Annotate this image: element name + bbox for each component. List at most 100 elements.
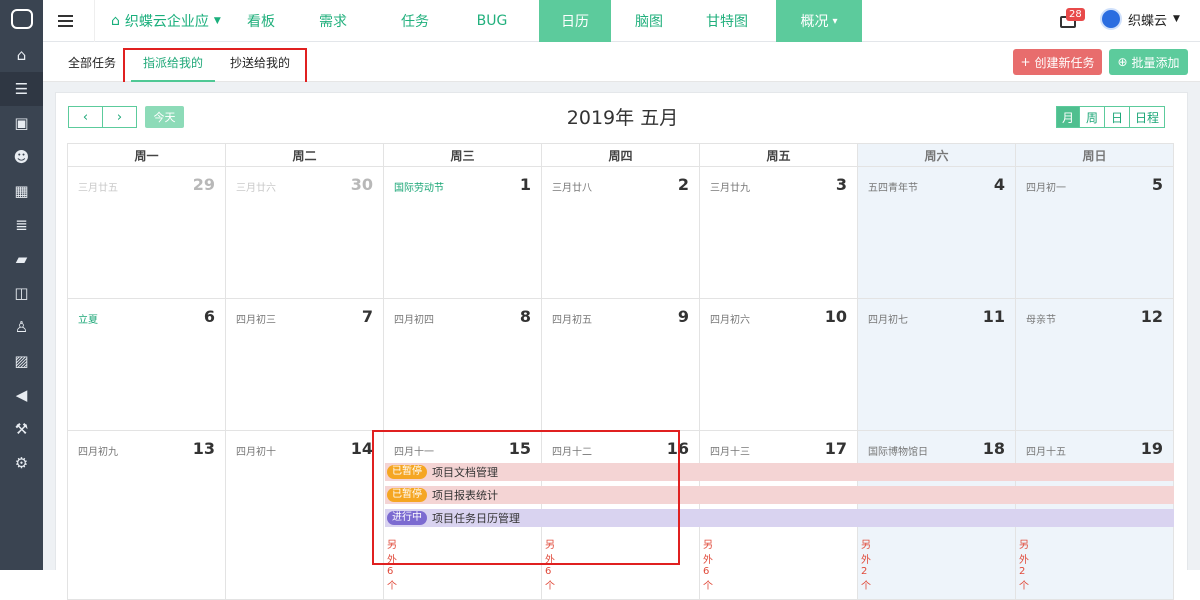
avatar <box>1100 8 1122 30</box>
day-cell[interactable]: 三月廿九 3 <box>699 166 858 299</box>
home-icon: ⌂ <box>111 13 120 29</box>
day-number: 4 <box>993 175 1005 194</box>
nav-1[interactable]: 看板 <box>220 0 302 42</box>
user-menu[interactable]: 织蝶云 ▼ <box>1100 8 1180 30</box>
calendar-panel: ‹ › 今天 2019年 五月 月周日日程 周一 周二 周三 周四 周五 周六 周日 三月廿五… <box>55 92 1188 600</box>
weekday-header: 周日 <box>1015 143 1174 167</box>
lunar-date: 四月初四 <box>394 315 434 326</box>
menu-toggle-icon[interactable] <box>43 0 87 42</box>
day-number: 13 <box>192 439 215 458</box>
day-cell[interactable]: 三月廿八 2 <box>541 166 700 299</box>
lunar-date: 国际劳动节 <box>394 183 444 194</box>
lunar-date: 三月廿五 <box>78 183 118 194</box>
weekday-header: 周四 <box>541 143 700 167</box>
day-cell[interactable]: 五四青年节 4 <box>857 166 1016 299</box>
app-logo[interactable] <box>0 0 43 38</box>
nav-8[interactable]: 概况 ▾ <box>776 0 862 42</box>
lunar-date: 三月廿九 <box>710 183 750 194</box>
weekday-header: 周五 <box>699 143 858 167</box>
megaphone-icon[interactable]: ◀ <box>0 378 43 412</box>
nav-7[interactable]: 甘特图 <box>681 0 773 42</box>
view-4[interactable]: 日程 <box>1129 106 1165 128</box>
book-icon[interactable]: ▰ <box>0 242 43 276</box>
day-cell[interactable]: 四月初十 14 <box>225 430 384 600</box>
create-task-button[interactable]: + 创建新任务 <box>1013 49 1102 75</box>
project-selector[interactable]: ⌂ 织蝶云企业应 ▼ <box>94 0 221 42</box>
calendar-icon[interactable]: ▦ <box>0 174 43 208</box>
weekday-header: 周二 <box>225 143 384 167</box>
nav-2[interactable]: 需求 <box>292 0 374 42</box>
briefcase-icon[interactable]: ▣ <box>0 106 43 140</box>
view-2[interactable]: 周 <box>1079 106 1105 128</box>
day-cell[interactable]: 立夏 6 <box>67 298 226 431</box>
lunar-date: 母亲节 <box>1026 315 1056 326</box>
project-name: 织蝶云企业应 <box>124 14 209 30</box>
day-cell[interactable]: 母亲节 12 <box>1015 298 1174 431</box>
view-switcher: 月周日日程 <box>1056 106 1165 128</box>
person-icon[interactable]: ♙ <box>0 310 43 344</box>
plus-circle-icon: ⊕ <box>1117 55 1128 69</box>
day-cell[interactable]: 三月廿五 29 <box>67 166 226 299</box>
nav-3[interactable]: 任务 <box>374 0 456 42</box>
lunar-date: 四月初十 <box>236 447 276 458</box>
day-cell[interactable]: 三月廿六 30 <box>225 166 384 299</box>
mail-badge: 28 <box>1066 8 1085 21</box>
day-cell[interactable]: 四月初三 7 <box>225 298 384 431</box>
day-number: 30 <box>350 175 373 194</box>
caret-down-icon: ▼ <box>1173 14 1180 24</box>
day-cell[interactable]: 四月初七 11 <box>857 298 1016 431</box>
image-icon[interactable]: ▨ <box>0 344 43 378</box>
view-1[interactable]: 月 <box>1056 106 1080 128</box>
more-link[interactable]: 另外 2 个 <box>1019 536 1029 592</box>
day-number: 8 <box>519 307 531 326</box>
home-icon[interactable]: ⌂ <box>0 38 43 72</box>
sidebar: ⌂ ☰ ▣ ☻ ▦ ≣ ▰ ◫ ♙ ▨ ◀ ⚒ ⚙ <box>0 0 43 570</box>
server-icon[interactable]: ≣ <box>0 208 43 242</box>
view-3[interactable]: 日 <box>1104 106 1130 128</box>
day-number: 12 <box>1140 307 1163 326</box>
day-number: 5 <box>1151 175 1163 194</box>
day-cell[interactable]: 国际劳动节 1 <box>383 166 542 299</box>
day-number: 2 <box>677 175 689 194</box>
lunar-date: 四月初五 <box>552 315 592 326</box>
lunar-date: 四月初六 <box>710 315 750 326</box>
day-cell[interactable]: 四月初一 5 <box>1015 166 1174 299</box>
day-cell[interactable]: 四月初五 9 <box>541 298 700 431</box>
mail-icon[interactable]: 28 <box>1060 8 1085 32</box>
more-link[interactable]: 另外 2 个 <box>861 536 871 592</box>
list-icon[interactable]: ☰ <box>0 72 43 106</box>
lunar-date: 五四青年节 <box>868 183 918 194</box>
day-number: 11 <box>982 307 1005 326</box>
day-number: 6 <box>203 307 215 326</box>
lunar-date: 四月初七 <box>868 315 908 326</box>
nav-4[interactable]: BUG <box>451 0 533 42</box>
lunar-date: 四月十三 <box>710 447 750 458</box>
tab-1[interactable]: 全部任务 <box>68 42 116 82</box>
day-number: 7 <box>361 307 373 326</box>
day-number: 17 <box>824 439 847 458</box>
calendar-title: 2019年 五月 <box>566 107 679 129</box>
task-filter-bar: 全部任务 指派给我的 抄送给我的 + 创建新任务 ⊕ 批量添加 <box>43 42 1200 88</box>
batch-add-button[interactable]: ⊕ 批量添加 <box>1109 49 1188 75</box>
gavel-icon[interactable]: ⚒ <box>0 412 43 446</box>
day-number: 3 <box>835 175 847 194</box>
user-name: 织蝶云 <box>1128 13 1168 29</box>
users-icon[interactable]: ☻ <box>0 140 43 174</box>
lunar-date: 四月十五 <box>1026 447 1066 458</box>
nav-6[interactable]: 脑图 <box>608 0 690 42</box>
columns-icon[interactable]: ◫ <box>0 276 43 310</box>
top-bar: ⌂ 织蝶云企业应 ▼ 看板 需求 任务 BUG 日历 脑图 甘特图 概况 ▾ 28 织蝶云 ▼ <box>43 0 1200 42</box>
weekday-header: 周六 <box>857 143 1016 167</box>
weekday-header: 周三 <box>383 143 542 167</box>
lunar-date: 国际博物馆日 <box>868 447 928 458</box>
day-cell[interactable]: 四月初四 8 <box>383 298 542 431</box>
lunar-date: 四月初一 <box>1026 183 1066 194</box>
day-cell[interactable]: 四月初六 10 <box>699 298 858 431</box>
more-link[interactable]: 另外 6 个 <box>703 536 713 592</box>
lunar-date: 三月廿八 <box>552 183 592 194</box>
nav-5[interactable]: 日历 <box>539 0 611 42</box>
cogs-icon[interactable]: ⚙ <box>0 446 43 480</box>
day-number: 18 <box>982 439 1005 458</box>
plus-icon: + <box>1020 55 1031 69</box>
day-cell[interactable]: 四月初九 13 <box>67 430 226 600</box>
